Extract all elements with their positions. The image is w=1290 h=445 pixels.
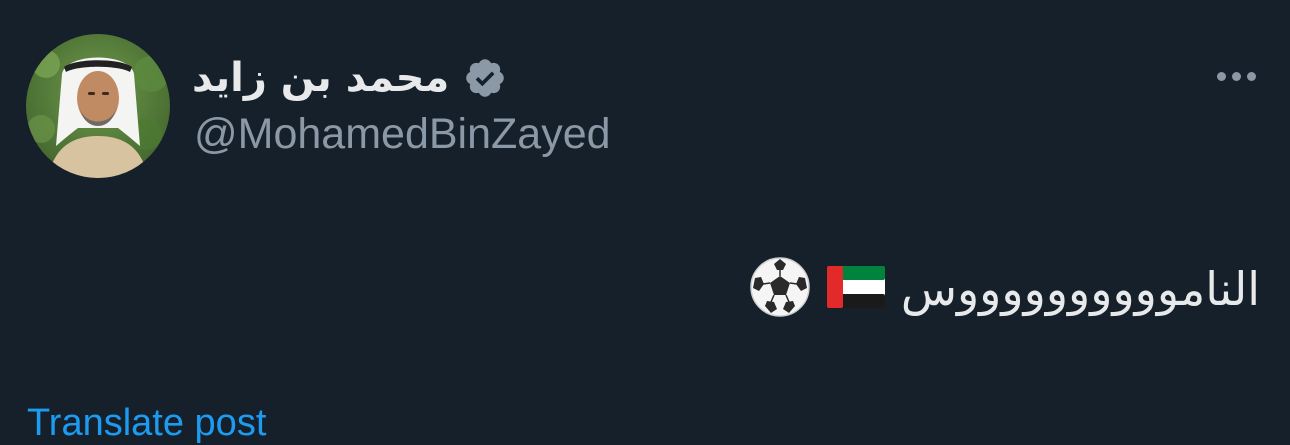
display-name[interactable]: محمد بن زايد [192,55,449,101]
translate-post-link[interactable]: Translate post [27,402,266,445]
avatar-image [26,34,170,178]
tweet-card: محمد بن زايد @MohamedBinZayed النامووووو… [0,0,1290,444]
author-name-row: محمد بن زايد [192,50,507,106]
verified-badge-icon[interactable] [463,56,507,100]
soccer-ball-icon [749,256,811,323]
more-dot [1231,71,1241,81]
post-text: النامووووووووووس [900,262,1260,316]
more-dot [1246,71,1256,81]
author-handle[interactable]: @MohamedBinZayed [194,110,611,159]
post-content: النامووووووووووس [749,254,1260,324]
more-dot [1216,71,1226,81]
more-options-icon[interactable] [1206,58,1266,94]
avatar[interactable] [26,34,170,178]
uae-flag-icon [826,265,885,313]
